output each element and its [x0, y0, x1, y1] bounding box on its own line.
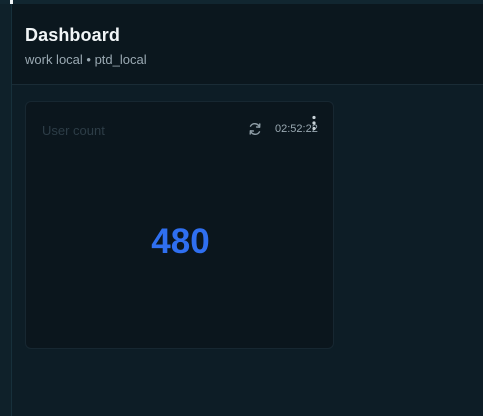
- page-title: Dashboard: [25, 25, 120, 45]
- left-sidebar-rail: [0, 4, 12, 416]
- card-title: User count: [42, 123, 105, 138]
- page-subtitle: work local • ptd_local: [25, 52, 147, 67]
- refresh-icon[interactable]: [247, 121, 263, 137]
- kebab-menu-icon[interactable]: [309, 115, 319, 131]
- user-count-card: User count 02:52:22 480: [25, 101, 334, 349]
- app-window: Dashboard work local • ptd_local User co…: [0, 0, 483, 416]
- dashboard-content: User count 02:52:22 480: [12, 85, 483, 416]
- dashboard-header: Dashboard work local • ptd_local: [12, 4, 483, 85]
- metric-value: 480: [151, 222, 210, 261]
